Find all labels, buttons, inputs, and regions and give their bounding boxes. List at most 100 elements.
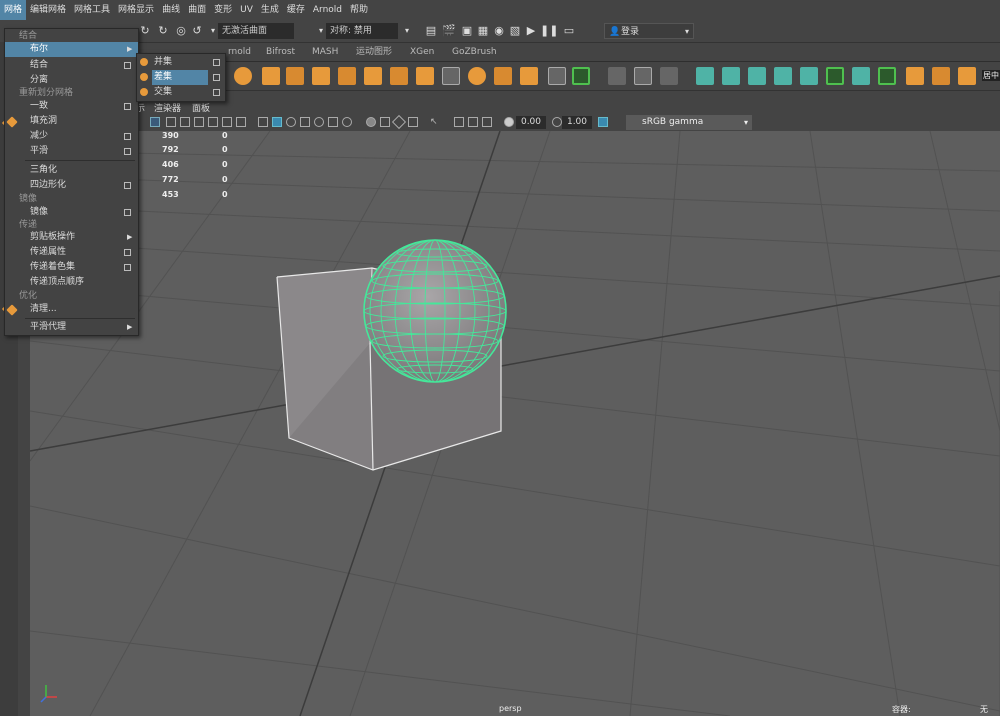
xray-icon[interactable]: [380, 117, 390, 127]
gate-mask-icon[interactable]: [194, 117, 204, 127]
mirror-icon[interactable]: [494, 67, 512, 85]
option-box-icon[interactable]: [124, 133, 131, 140]
textured-icon[interactable]: [300, 117, 310, 127]
poly-cylinder-icon[interactable]: [286, 67, 304, 85]
cursor-icon[interactable]: ↖: [430, 117, 440, 127]
separate-icon[interactable]: [390, 67, 408, 85]
poke-icon[interactable]: [800, 67, 818, 85]
option-box-icon[interactable]: [213, 59, 220, 66]
render-view-icon[interactable]: ▧: [508, 24, 522, 38]
wireframe-on-shaded-icon[interactable]: [286, 117, 296, 127]
lights-icon[interactable]: [314, 117, 324, 127]
arnold-render-icon[interactable]: ▶: [524, 24, 538, 38]
snap-live-icon[interactable]: ↺: [190, 24, 204, 38]
menu-item-reduce[interactable]: 减少: [5, 129, 138, 144]
xray-joints-icon[interactable]: [391, 114, 407, 130]
menu-item-smooth-proxy[interactable]: 平滑代理 ▶: [5, 320, 138, 335]
menu-item-triangulate[interactable]: 三角化: [5, 163, 138, 178]
tab-xgen[interactable]: XGen: [404, 45, 440, 59]
view-transform-select[interactable]: sRGB gamma ▾: [626, 115, 752, 130]
menu-item-fill-hole[interactable]: 填充洞: [5, 114, 138, 129]
menu-item-quadrangulate[interactable]: 四边形化: [5, 178, 138, 193]
menu-item-conform[interactable]: 一致: [5, 99, 138, 114]
menu-item-cleanup[interactable]: 清理...: [5, 302, 138, 317]
login-button[interactable]: 👤 登录 ▾: [604, 23, 694, 39]
menu-help[interactable]: 帮助: [346, 0, 372, 20]
delete-edge-icon[interactable]: [878, 67, 896, 85]
backface-culling-icon[interactable]: [468, 117, 478, 127]
pause-icon[interactable]: ❚❚: [540, 24, 558, 38]
refresh-icon[interactable]: ▭: [562, 24, 576, 38]
extract-icon[interactable]: [416, 67, 434, 85]
menu-edit-mesh[interactable]: 编辑网格: [26, 0, 70, 20]
option-box-icon[interactable]: [124, 148, 131, 155]
boolean-icon[interactable]: [468, 67, 486, 85]
merge-icon[interactable]: [906, 67, 924, 85]
extrude-icon[interactable]: [696, 67, 714, 85]
menu-mesh-display[interactable]: 网格显示: [114, 0, 158, 20]
target-weld-icon[interactable]: [634, 67, 652, 85]
snap-point-icon[interactable]: ↻: [156, 24, 170, 38]
wireframe-icon[interactable]: [258, 117, 268, 127]
render-frame-icon[interactable]: ▤: [424, 24, 438, 38]
wedge-icon[interactable]: [826, 67, 844, 85]
option-box-icon[interactable]: [124, 249, 131, 256]
symmetry-field[interactable]: 对称: 禁用: [326, 23, 398, 39]
option-box-icon[interactable]: [124, 264, 131, 271]
tab-gozbrush[interactable]: GoZBrush: [446, 45, 503, 59]
option-box-icon[interactable]: [124, 62, 131, 69]
menu-curves[interactable]: 曲线: [158, 0, 184, 20]
two-sided-lighting-icon[interactable]: [454, 117, 464, 127]
combine-icon[interactable]: [364, 67, 382, 85]
sculpt-icon[interactable]: [572, 67, 590, 85]
menu-item-union[interactable]: 并集: [137, 55, 225, 70]
menu-item-transfer-attributes[interactable]: 传递属性: [5, 245, 138, 260]
option-box-icon[interactable]: [124, 103, 131, 110]
poly-cube-icon[interactable]: [262, 67, 280, 85]
append-icon[interactable]: [774, 67, 792, 85]
exposure-icon[interactable]: [504, 117, 514, 127]
menu-mesh-tools[interactable]: 网格工具: [70, 0, 114, 20]
chevron-down-icon[interactable]: ▾: [400, 24, 414, 38]
render-sequence-icon[interactable]: 🎬: [442, 24, 456, 38]
grid-icon[interactable]: [150, 117, 160, 127]
edge-loop-icon[interactable]: [852, 67, 870, 85]
safe-title-icon[interactable]: [236, 117, 246, 127]
gamma-field[interactable]: 1.00: [562, 116, 592, 129]
isolate-icon[interactable]: [366, 117, 376, 127]
center-pivot-icon[interactable]: [958, 67, 976, 85]
tab-motion-graphics[interactable]: 运动图形: [350, 45, 398, 59]
xray-components-icon[interactable]: [408, 117, 418, 127]
menu-generate[interactable]: 生成: [257, 0, 283, 20]
fill-hole-icon[interactable]: [548, 67, 566, 85]
poly-sphere-icon[interactable]: [234, 67, 252, 85]
live-surface-field[interactable]: 无激活曲面: [218, 23, 294, 39]
collapse-icon[interactable]: [932, 67, 950, 85]
multicut-icon[interactable]: [608, 67, 626, 85]
color-management-icon[interactable]: [598, 117, 608, 127]
smooth-icon[interactable]: [442, 67, 460, 85]
menu-deform[interactable]: 变形: [210, 0, 236, 20]
snap-view-icon[interactable]: ◎: [174, 24, 188, 38]
menu-item-clipboard[interactable]: 剪贴板操作 ▶: [5, 230, 138, 245]
menu-cache[interactable]: 缓存: [283, 0, 309, 20]
menu-item-transfer-vertex-order[interactable]: 传递顶点顺序: [5, 275, 138, 290]
bridge-icon[interactable]: [520, 67, 538, 85]
quad-draw-icon[interactable]: [660, 67, 678, 85]
snap-curve-icon[interactable]: ↻: [138, 24, 152, 38]
ipr-render-icon[interactable]: ▣: [460, 24, 474, 38]
exposure-field[interactable]: 0.00: [516, 116, 546, 129]
render-settings-icon[interactable]: ▦: [476, 24, 490, 38]
menu-item-difference[interactable]: 差集: [152, 70, 208, 85]
menu-uv[interactable]: UV: [236, 0, 257, 20]
tab-arnold[interactable]: rnold: [222, 45, 257, 59]
film-gate-icon[interactable]: [166, 117, 176, 127]
safe-action-icon[interactable]: [222, 117, 232, 127]
ambient-occlusion-icon[interactable]: [342, 117, 352, 127]
menu-mesh[interactable]: 网格: [0, 0, 27, 20]
bridge-edge-icon[interactable]: [748, 67, 766, 85]
gamma-icon[interactable]: [552, 117, 562, 127]
smooth-shade-icon[interactable]: [272, 117, 282, 127]
menu-arnold[interactable]: Arnold: [309, 0, 346, 20]
shadows-icon[interactable]: [328, 117, 338, 127]
